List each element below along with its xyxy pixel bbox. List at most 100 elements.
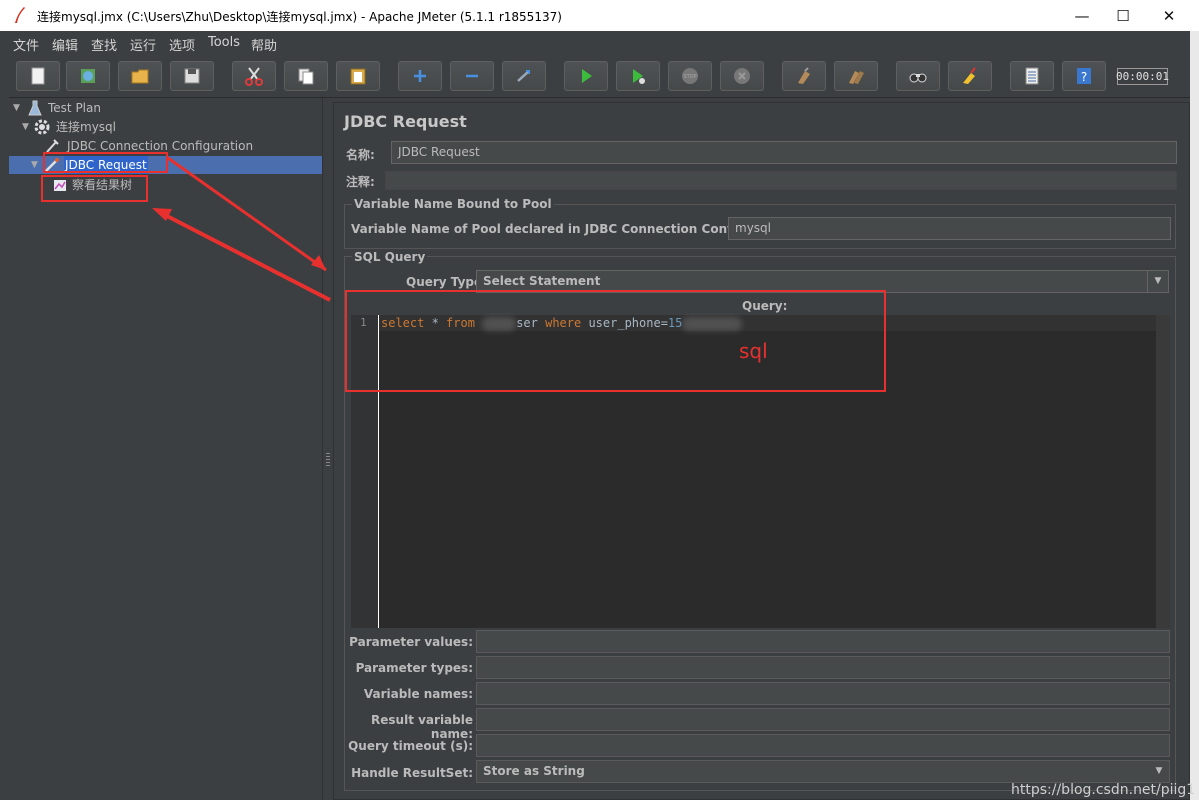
reset-search-button[interactable] (948, 61, 992, 91)
test-plan-icon (28, 100, 42, 116)
clear-all-icon (849, 71, 864, 84)
annotation-sql-label: sql (739, 339, 768, 363)
start-no-pause-icon (633, 69, 645, 84)
shutdown-button[interactable] (720, 61, 764, 91)
window-title: 连接mysql.jmx (C:\Users\Zhu\Desktop\连接mysq… (37, 10, 562, 24)
save-icon (184, 68, 200, 84)
split-pane-divider[interactable] (322, 98, 333, 800)
copy-icon (298, 68, 314, 85)
save-button[interactable] (170, 61, 214, 91)
variable-names-label: Variable names: (363, 687, 473, 701)
cut-button[interactable] (232, 61, 276, 91)
toolbar: STOP ? 00:00:01 (9, 55, 1190, 98)
menu-search[interactable]: 查找 (91, 35, 117, 54)
menu-tools[interactable]: Tools (208, 35, 240, 50)
new-button[interactable] (16, 61, 60, 91)
name-label: 名称: (346, 148, 375, 162)
param-types-label: Parameter types: (355, 661, 473, 675)
editor-scrollbar[interactable] (1156, 315, 1170, 628)
elapsed-timer: 00:00:01 (1116, 68, 1169, 85)
menu-options[interactable]: 选项 (169, 35, 195, 54)
function-helper-button[interactable] (1010, 61, 1054, 91)
toggle-icon (517, 70, 530, 82)
grip-icon (326, 453, 330, 467)
window-edge (1190, 31, 1199, 810)
menu-run[interactable]: 运行 (130, 35, 156, 54)
handle-resultset-value: Store as String (483, 764, 585, 778)
paste-button[interactable] (336, 61, 380, 91)
comment-label: 注释: (346, 175, 375, 189)
copy-button[interactable] (284, 61, 328, 91)
clear-button[interactable] (782, 61, 826, 91)
tree-expand-icon[interactable]: ▼ (22, 118, 34, 136)
menu-help[interactable]: 帮助 (251, 35, 277, 54)
templates-icon (81, 69, 95, 83)
test-plan-tree: ▼ Test Plan ▼ 连接mysql JDBC Connection Co… (9, 98, 322, 800)
result-variable-field[interactable] (476, 708, 1170, 731)
start-button[interactable] (564, 61, 608, 91)
chevron-down-icon[interactable]: ▼ (1147, 271, 1168, 292)
result-variable-label: Result variable name: (371, 713, 473, 741)
cut-icon (245, 67, 263, 86)
search-button[interactable] (896, 61, 940, 91)
menu-bar: 文件 编辑 查找 运行 选项 Tools 帮助 (9, 31, 1190, 55)
annotation-box-jdbc-request (43, 152, 168, 173)
close-button[interactable]: ✕ (1146, 0, 1192, 31)
pool-field[interactable]: mysql (728, 217, 1171, 240)
annotation-box-results-tree (41, 175, 148, 202)
query-timeout-field[interactable] (476, 734, 1170, 757)
watermark: https://blog.csdn.net/piig1 (1011, 782, 1196, 798)
tree-item-thread-group[interactable]: ▼ 连接mysql (9, 118, 322, 136)
name-field[interactable]: JDBC Request (391, 141, 1177, 164)
pool-group-title: Variable Name Bound to Pool (352, 197, 554, 211)
tree-expand-icon[interactable]: ▼ (31, 156, 43, 174)
clear-icon (798, 67, 810, 84)
new-icon (31, 67, 45, 85)
tree-item-label: Test Plan (48, 101, 101, 115)
window-bottom-edge (0, 800, 1199, 810)
tree-expand-icon[interactable]: ▼ (13, 99, 25, 117)
chevron-down-icon[interactable]: ▼ (1149, 761, 1169, 782)
reset-search-icon (963, 67, 976, 84)
tree-item-test-plan[interactable]: ▼ Test Plan (9, 99, 322, 117)
annotation-box-sql (345, 290, 886, 392)
shutdown-icon (734, 68, 750, 84)
open-icon (131, 69, 149, 84)
query-type-label: Query Type: (406, 275, 487, 289)
jmeter-feather-icon (15, 7, 25, 23)
param-values-field[interactable] (476, 630, 1170, 653)
stop-icon: STOP (682, 68, 698, 84)
menu-edit[interactable]: 编辑 (52, 35, 78, 54)
title-bar: 连接mysql.jmx (C:\Users\Zhu\Desktop\连接mysq… (0, 0, 1199, 31)
function-helper-icon (1025, 67, 1039, 85)
clear-all-button[interactable] (834, 61, 878, 91)
menu-file[interactable]: 文件 (13, 35, 39, 54)
open-button[interactable] (118, 61, 162, 91)
sql-query-group-title: SQL Query (352, 250, 428, 264)
paste-icon (350, 68, 366, 85)
svg-text:?: ? (1081, 70, 1087, 84)
stop-button[interactable]: STOP (668, 61, 712, 91)
toggle-button[interactable] (502, 61, 546, 91)
help-button[interactable]: ? (1062, 61, 1106, 91)
comment-field[interactable] (385, 171, 1177, 190)
svg-text:STOP: STOP (683, 74, 696, 80)
minimize-button[interactable]: — (1059, 0, 1105, 31)
maximize-button[interactable]: ☐ (1100, 0, 1146, 31)
handle-resultset-select[interactable]: Store as String ▼ (476, 760, 1170, 783)
help-icon: ? (1077, 68, 1091, 84)
collapse-button[interactable] (450, 61, 494, 91)
start-no-pause-button[interactable] (616, 61, 660, 91)
param-values-label: Parameter values: (349, 635, 473, 649)
panel-title: JDBC Request (344, 112, 467, 131)
variable-names-field[interactable] (476, 682, 1170, 705)
expand-button[interactable] (398, 61, 442, 91)
start-icon (582, 69, 592, 83)
templates-button[interactable] (66, 61, 110, 91)
expand-icon (414, 70, 426, 82)
handle-resultset-label: Handle ResultSet: (351, 766, 473, 780)
param-types-field[interactable] (476, 656, 1170, 679)
query-timeout-label: Query timeout (s): (348, 739, 473, 753)
thread-group-icon (34, 119, 50, 135)
search-icon (909, 73, 927, 83)
